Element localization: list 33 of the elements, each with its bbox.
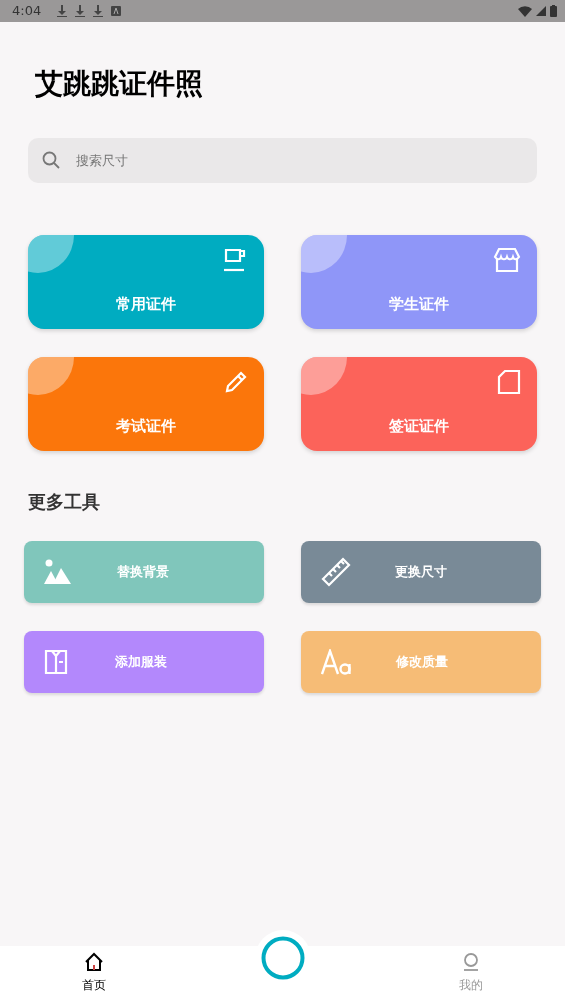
status-time: 4:04 <box>12 2 42 21</box>
search-icon <box>42 151 60 169</box>
app-title: 艾跳跳证件照 <box>35 66 204 102</box>
store-icon <box>493 247 521 273</box>
signal-icon <box>536 6 546 16</box>
category-card[interactable]: 学生证件 <box>301 235 537 329</box>
tool-button[interactable]: 替换背景 <box>24 541 264 603</box>
home-icon <box>84 952 104 972</box>
person-icon <box>461 952 481 972</box>
search-field[interactable]: 搜索尺寸 <box>28 138 537 183</box>
category-card[interactable]: 考试证件 <box>28 357 264 451</box>
ruler-icon <box>321 557 351 587</box>
nav-tab[interactable]: 我的 <box>441 952 501 994</box>
shirt-icon <box>44 649 68 675</box>
ring-icon <box>261 936 305 980</box>
category-card[interactable]: 常用证件 <box>28 235 264 329</box>
image-icon <box>44 559 72 585</box>
category-card[interactable]: 签证证件 <box>301 357 537 451</box>
download-icon <box>93 5 104 17</box>
download-icon <box>75 5 86 17</box>
pencil-icon <box>224 369 248 394</box>
app-notification-icon <box>111 6 122 16</box>
cup-icon <box>222 247 248 273</box>
download-icon <box>57 5 68 17</box>
battery-icon <box>550 5 557 17</box>
tool-button[interactable]: 添加服装 <box>24 631 264 693</box>
nav-tab[interactable]: 首页 <box>64 952 124 994</box>
page-icon <box>497 369 521 395</box>
font-icon <box>321 649 353 675</box>
tool-button[interactable]: 修改质量 <box>301 631 541 693</box>
wifi-icon <box>518 5 532 17</box>
section-heading: 更多工具 <box>28 490 101 514</box>
tool-button[interactable]: 更换尺寸 <box>301 541 541 603</box>
